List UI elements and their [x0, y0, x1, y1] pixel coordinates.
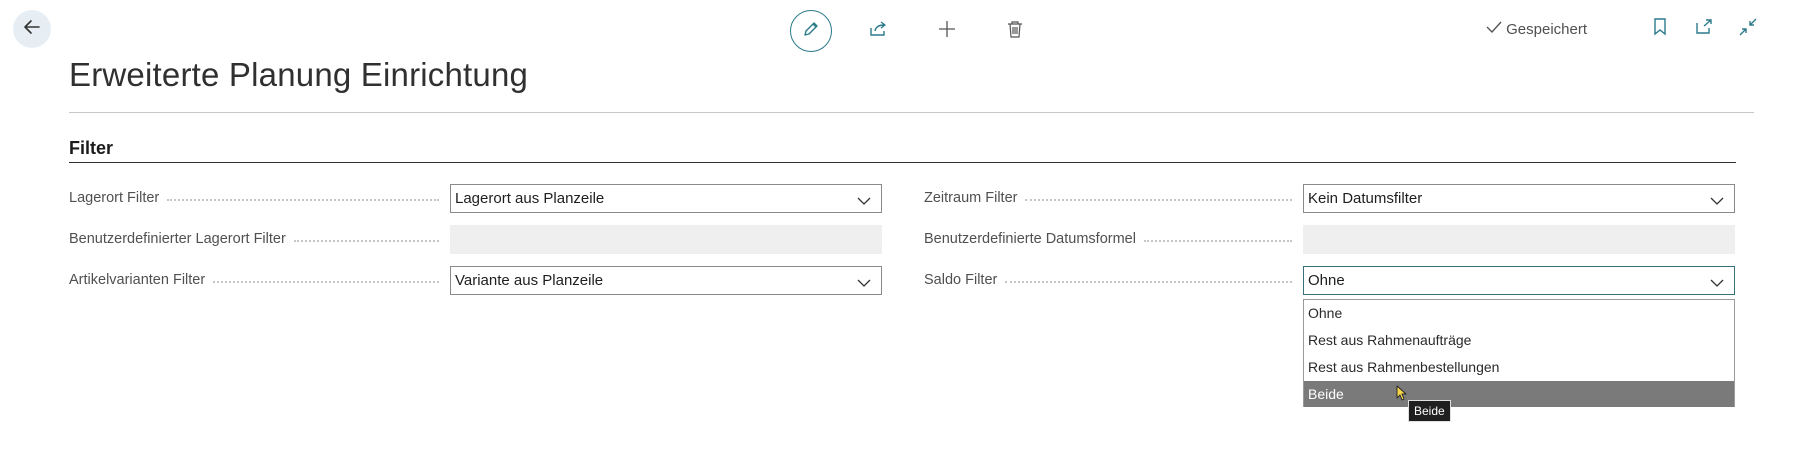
label-leader-dots: [1025, 199, 1292, 201]
benutzerdefinierte-datumsformel-label: Benutzerdefinierte Datumsformel: [924, 231, 1136, 247]
field-row-artikelvarianten-filter: Artikelvarianten Filter: [69, 272, 447, 288]
page-title: Erweiterte Planung Einrichtung: [69, 56, 529, 93]
lagerort-filter-label: Lagerort Filter: [69, 190, 160, 206]
saldo-filter-select[interactable]: Ohne: [1303, 266, 1735, 295]
benutzerdefinierte-datumsformel-input: [1303, 225, 1735, 254]
field-label: Benutzerdefinierter Lagerort Filter: [69, 231, 447, 247]
field-row-benutzerdefinierte-datumsformel: Benutzerdefinierte Datumsformel: [924, 231, 1300, 247]
back-button[interactable]: [13, 10, 51, 48]
benutzerdefinierter-lagerort-filter-label: Benutzerdefinierter Lagerort Filter: [69, 231, 286, 247]
collapse-button[interactable]: [1737, 18, 1759, 40]
field-label: Artikelvarianten Filter: [69, 272, 447, 288]
collapse-icon: [1739, 18, 1757, 41]
label-leader-dots: [213, 281, 439, 283]
share-button[interactable]: [858, 10, 900, 52]
zeitraum-filter-value: Kein Datumsfilter: [1308, 190, 1423, 207]
plus-icon: [938, 20, 956, 43]
field-label: Zeitraum Filter: [924, 190, 1300, 206]
field-label: Lagerort Filter: [69, 190, 447, 206]
dropdown-option-ohne[interactable]: Ohne: [1304, 300, 1734, 327]
edit-button[interactable]: [790, 10, 832, 52]
arrow-left-icon: [22, 17, 42, 42]
lagerort-filter-select[interactable]: Lagerort aus Planzeile: [450, 184, 882, 213]
page-toolbar-right: Gespeichert: [1486, 17, 1759, 41]
field-row-benutzerdefinierter-lagerort-filter: Benutzerdefinierter Lagerort Filter: [69, 231, 447, 247]
open-new-window-button[interactable]: [1693, 18, 1715, 40]
delete-button[interactable]: [994, 10, 1036, 52]
field-label: Benutzerdefinierte Datumsformel: [924, 231, 1300, 247]
label-leader-dots: [1005, 281, 1292, 283]
trash-icon: [1007, 20, 1023, 43]
open-in-new-window-icon: [1695, 18, 1713, 40]
chevron-down-icon: [857, 275, 871, 292]
zeitraum-filter-label: Zeitraum Filter: [924, 190, 1018, 206]
dropdown-option-beide[interactable]: Beide: [1304, 381, 1734, 407]
saldo-filter-dropdown-list: Ohne Rest aus Rahmenaufträge Rest aus Ra…: [1303, 299, 1735, 407]
tooltip: Beide: [1408, 400, 1451, 422]
artikelvarianten-filter-select[interactable]: Variante aus Planzeile: [450, 266, 882, 295]
dropdown-option-rest-aus-rahmenauftraege[interactable]: Rest aus Rahmenaufträge: [1304, 327, 1734, 354]
saldo-filter-label: Saldo Filter: [924, 272, 998, 288]
section-title-filter: Filter: [69, 138, 114, 158]
action-toolbar: [790, 10, 1036, 52]
checkmark-icon: [1486, 20, 1502, 38]
label-leader-dots: [293, 240, 439, 242]
bookmark-button[interactable]: [1649, 17, 1671, 41]
zeitraum-filter-select[interactable]: Kein Datumsfilter: [1303, 184, 1735, 213]
saldo-filter-value: Ohne: [1308, 272, 1345, 289]
dropdown-option-rest-aus-rahmenbestellungen[interactable]: Rest aus Rahmenbestellungen: [1304, 354, 1734, 381]
field-row-zeitraum-filter: Zeitraum Filter: [924, 190, 1300, 206]
field-row-saldo-filter: Saldo Filter: [924, 272, 1300, 288]
section-divider: [69, 162, 1736, 163]
share-icon: [869, 20, 889, 43]
benutzerdefinierter-lagerort-filter-input: [450, 225, 882, 254]
field-row-lagerort-filter: Lagerort Filter: [69, 190, 447, 206]
pencil-icon: [802, 20, 820, 43]
field-label: Saldo Filter: [924, 272, 1300, 288]
saved-label: Gespeichert: [1506, 20, 1587, 38]
title-divider: [69, 112, 1754, 113]
saved-status: Gespeichert: [1486, 20, 1587, 38]
chevron-down-icon: [1710, 193, 1724, 210]
label-leader-dots: [167, 199, 439, 201]
bookmark-icon: [1653, 17, 1667, 41]
label-leader-dots: [1143, 240, 1292, 242]
artikelvarianten-filter-label: Artikelvarianten Filter: [69, 272, 206, 288]
chevron-down-icon: [857, 193, 871, 210]
mouse-pointer-icon: [1396, 385, 1408, 406]
artikelvarianten-filter-value: Variante aus Planzeile: [455, 272, 604, 289]
new-button[interactable]: [926, 10, 968, 52]
chevron-down-icon: [1710, 275, 1724, 292]
page: Gespeichert Erweiterte Planung Einrichtu…: [0, 0, 1817, 454]
lagerort-filter-value: Lagerort aus Planzeile: [455, 190, 605, 207]
